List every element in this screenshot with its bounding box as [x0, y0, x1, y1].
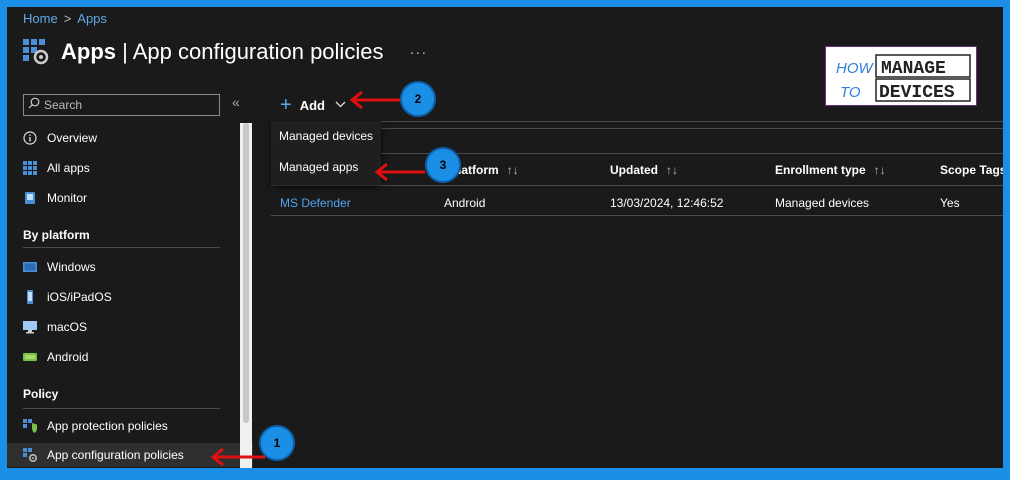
menu-item-managed-devices[interactable]: Managed devices — [279, 129, 373, 143]
sort-icon: ↑↓ — [666, 163, 678, 177]
sidebar-scrollbar-thumb[interactable] — [243, 123, 249, 423]
cell-platform: Android — [444, 196, 486, 210]
breadcrumb-home[interactable]: Home — [23, 11, 58, 26]
logo-to: TO — [840, 84, 861, 101]
sidebar-item-label: macOS — [47, 320, 88, 334]
breadcrumb-separator: > — [63, 11, 72, 26]
sort-icon: ↑↓ — [506, 163, 519, 177]
column-header-enrollment-type[interactable]: Enrollment type ↑↓ — [775, 163, 886, 177]
page-header: Apps | App configuration policies ··· — [23, 35, 427, 69]
sidebar-search[interactable] — [23, 94, 220, 116]
collapse-sidebar-button[interactable]: « — [232, 94, 240, 110]
column-header-scope-tags[interactable]: Scope Tags — [940, 163, 1003, 177]
annotation-arrow-1 — [210, 447, 265, 467]
menu-item-managed-apps[interactable]: Managed apps — [279, 160, 358, 174]
filter-divider — [381, 128, 1003, 129]
sidebar-item-label: App protection policies — [47, 419, 168, 433]
sidebar-item-label: App configuration policies — [47, 448, 184, 462]
cell-updated: 13/03/2024, 12:46:52 — [610, 196, 724, 210]
column-header-updated[interactable]: Updated ↑↓ — [610, 163, 678, 177]
sidebar-item-label: iOS/iPadOS — [47, 290, 112, 304]
shield-grid-icon — [23, 419, 37, 433]
annotation-badge-1: 1 — [259, 425, 295, 461]
sidebar-item-label: All apps — [47, 161, 90, 175]
more-options-button[interactable]: ··· — [409, 44, 427, 61]
add-button-label: Add — [299, 97, 325, 113]
logo-how: HOW — [836, 60, 875, 77]
mac-icon — [23, 320, 37, 334]
add-button[interactable]: + Add — [280, 94, 346, 116]
windows-icon — [23, 260, 37, 274]
how-to-manage-devices-logo: HOW MANAGE TO DEVICES — [825, 46, 977, 106]
sidebar-item-label: Android — [47, 350, 89, 364]
cell-scope-tags: Yes — [940, 196, 960, 210]
sidebar-item-ios[interactable]: iOS/iPadOS — [23, 285, 241, 309]
sidebar-item-windows[interactable]: Windows — [23, 255, 241, 279]
sidebar-item-overview[interactable]: Overview — [23, 126, 241, 150]
annotation-badge-2: 2 — [400, 81, 436, 117]
apps-gear-icon — [23, 39, 49, 65]
page-title: Apps | App configuration policies — [61, 39, 384, 64]
section-policy: Policy — [23, 387, 59, 401]
cell-enrollment-type: Managed devices — [775, 196, 870, 210]
sidebar-item-macos[interactable]: macOS — [23, 315, 241, 339]
sidebar-item-all-apps[interactable]: All apps — [23, 156, 241, 180]
sidebar-item-monitor[interactable]: Monitor — [23, 186, 241, 210]
sidebar-item-label: Overview — [47, 131, 98, 145]
annotation-arrow-3 — [374, 162, 425, 182]
sidebar-item-android[interactable]: Android — [23, 345, 241, 369]
section-by-platform: By platform — [23, 228, 90, 242]
sidebar-item-label: Windows — [47, 260, 96, 274]
sidebar-item-app-protection-policies[interactable]: App protection policies — [23, 414, 241, 438]
monitor-icon — [23, 191, 37, 205]
logo-devices: DEVICES — [879, 83, 955, 103]
breadcrumb: Home > Apps — [23, 11, 107, 26]
divider — [23, 247, 220, 248]
sidebar-item-label: Monitor — [47, 191, 88, 205]
grid-icon — [23, 161, 37, 175]
logo-manage: MANAGE — [881, 59, 946, 79]
breadcrumb-apps[interactable]: Apps — [77, 11, 107, 26]
search-icon — [28, 96, 40, 114]
android-icon — [23, 350, 37, 364]
header-bottom-divider — [271, 185, 1003, 186]
divider — [23, 408, 220, 409]
search-input[interactable] — [40, 98, 204, 112]
plus-icon: + — [280, 94, 292, 116]
annotation-badge-3: 3 — [425, 147, 461, 183]
add-dropdown-menu: Managed devices Managed apps — [271, 121, 381, 185]
chevron-down-icon — [335, 99, 346, 111]
gear-grid-icon — [23, 448, 38, 463]
info-icon — [23, 131, 37, 145]
sort-icon: ↑↓ — [873, 163, 886, 177]
annotation-arrow-2 — [349, 90, 402, 110]
row-divider — [271, 215, 1003, 216]
phone-icon — [23, 290, 37, 304]
policy-name-link[interactable]: MS Defender — [280, 196, 351, 210]
portal-window: Home > Apps Apps | App configuration polic… — [7, 7, 1003, 468]
